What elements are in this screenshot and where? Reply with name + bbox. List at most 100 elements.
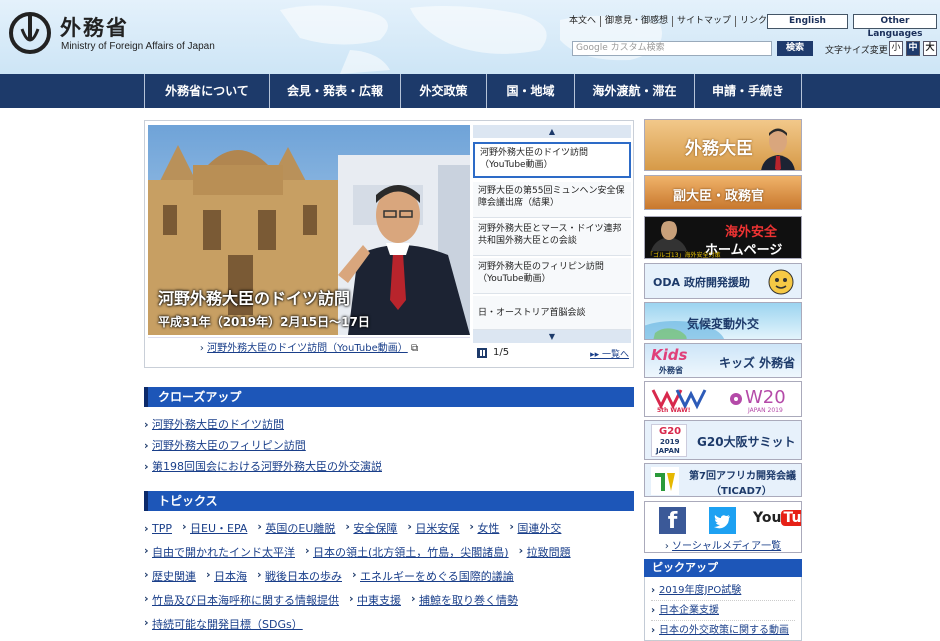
topic-link-abduction[interactable]: 拉致問題: [527, 546, 571, 559]
nav-applications[interactable]: 申請・手続き: [694, 74, 802, 108]
banner-waw-w20[interactable]: 5th WAW! W20 JAPAN 2019: [644, 381, 802, 417]
topic-link-security[interactable]: 安全保障: [353, 522, 397, 535]
topic-link-brexit[interactable]: 英国のEU離脱: [265, 522, 335, 535]
banner-ticad-line2: （TICAD7）: [711, 486, 772, 497]
slide-up-arrow-icon[interactable]: ▲: [473, 125, 631, 138]
banner-g20-osaka[interactable]: G20 2019 JAPAN G20大阪サミット: [644, 420, 802, 460]
news-carousel: 河野外務大臣のドイツ訪問 平成31年（2019年）2月15日～17日 › 河野外…: [144, 120, 634, 368]
topic-link-women[interactable]: 女性: [477, 522, 499, 535]
topic-link-history[interactable]: 歴史関連: [152, 570, 196, 583]
site-header: 外務省 Ministry of Foreign Affairs of Japan…: [0, 0, 940, 74]
topic-row: TPP 日EU・EPA 英国のEU離脱 安全保障 日米安保 女性 国連外交: [144, 516, 634, 540]
search-button[interactable]: 検索: [777, 41, 813, 56]
topic-link-tpp[interactable]: TPP: [152, 522, 172, 535]
banner-climate-label: 気候変動外交: [687, 317, 760, 331]
slide-item-1[interactable]: 河野外務大臣のドイツ訪問（YouTube動画）: [473, 142, 631, 178]
topic-item: 自由で開かれたインド太平洋: [144, 544, 295, 560]
list-item: 河野外務大臣のフィリピン訪問: [144, 435, 634, 456]
topic-row: 歴史関連 日本海 戦後日本の歩み エネルギーをめぐる国際的議論: [144, 564, 634, 588]
hero-date: 平成31年（2019年）2月15日～17日: [158, 315, 370, 329]
g20-logo-year: 2019: [660, 438, 680, 446]
topic-link-sea-of-japan[interactable]: 日本海: [214, 570, 247, 583]
search-input[interactable]: Google カスタム検索: [572, 41, 772, 56]
banner-oda-label: ODA 政府開発援助: [653, 276, 750, 289]
pickup-link-jpo[interactable]: 2019年度JPO試験: [659, 585, 741, 596]
banner-climate-diplomacy[interactable]: 気候変動外交: [644, 302, 802, 340]
banner-minister[interactable]: 外務大臣: [644, 119, 802, 171]
other-languages-button[interactable]: Other Languages: [853, 14, 937, 39]
topic-link-territory[interactable]: 日本の領土(北方領土，竹島，尖閣諸島): [313, 546, 509, 559]
facebook-icon[interactable]: f: [659, 507, 686, 534]
banner-g20-label: G20大阪サミット: [697, 435, 796, 449]
nav-countries[interactable]: 国・地域: [486, 74, 574, 108]
banner-oda[interactable]: ODA 政府開発援助: [644, 263, 802, 299]
topic-link-eu-epa[interactable]: 日EU・EPA: [190, 522, 247, 535]
nav-foreign-policy[interactable]: 外交政策: [400, 74, 486, 108]
topic-item: 拉致問題: [519, 544, 571, 560]
arrow-icon: ›: [664, 541, 673, 552]
banner-ticad7[interactable]: 第7回アフリカ開発会議 （TICAD7）: [644, 463, 802, 497]
topic-item: 日米安保: [407, 520, 459, 536]
social-media-panel: f YouTube › ソーシャルメディア一覧: [644, 501, 802, 553]
banner-overseas-safety[interactable]: 「ゴルゴ13」海外安全対策 海外安全 ホームページ: [644, 216, 802, 259]
topic-item: 竹島及び日本海呼称に関する情報提供: [144, 592, 339, 608]
minister-portrait-icon: [761, 128, 795, 170]
list-item: 日本の外交政策に関する動画: [651, 621, 795, 641]
site-title-ja[interactable]: 外務省: [60, 12, 129, 42]
pickup-heading: ピックアップ: [644, 559, 802, 577]
pickup-link-business[interactable]: 日本企業支援: [659, 605, 719, 616]
topic-link-japan-us[interactable]: 日米安保: [415, 522, 459, 535]
topic-link-energy[interactable]: エネルギーをめぐる国際的議論: [360, 570, 514, 583]
slide-item-5[interactable]: 日・オーストリア首脳会談: [473, 296, 631, 330]
waw-logo-label: 5th WAW!: [657, 407, 691, 414]
link-sitemap[interactable]: サイトマップ: [672, 16, 735, 27]
slide-item-4[interactable]: 河野外務大臣のフィリピン訪問（YouTube動画）: [473, 258, 631, 294]
topic-item: 戦後日本の歩み: [257, 568, 342, 584]
topic-link-indo-pacific[interactable]: 自由で開かれたインド太平洋: [152, 546, 295, 559]
pause-icon[interactable]: [477, 348, 487, 358]
banner-kids[interactable]: Kids 外務省 キッズ 外務省: [644, 343, 802, 378]
english-button[interactable]: English: [767, 14, 848, 29]
banner-vice-minister[interactable]: 副大臣・政務官: [644, 175, 802, 210]
slide-list-link[interactable]: ▸▸ 一覧へ: [590, 347, 629, 360]
youtube-logo-you: You: [753, 510, 782, 526]
slide-down-arrow-icon[interactable]: ▼: [473, 330, 631, 343]
youtube-icon[interactable]: YouTube: [753, 510, 801, 526]
hero-caption: › 河野外務大臣のドイツ訪問（YouTube動画） ⧉: [148, 337, 470, 361]
closeup-link-3[interactable]: 第198回国会における河野外務大臣の外交演説: [152, 460, 382, 473]
topic-link-un[interactable]: 国連外交: [517, 522, 561, 535]
closeup-link-1[interactable]: 河野外務大臣のドイツ訪問: [152, 418, 284, 431]
utility-links: 本文へ 御意見・御感想 サイトマップ リンク集: [565, 16, 780, 27]
topic-link-middle-east[interactable]: 中東支援: [357, 594, 401, 607]
nav-travel[interactable]: 海外渡航・滞在: [574, 74, 694, 108]
hero-image[interactable]: 河野外務大臣のドイツ訪問 平成31年（2019年）2月15日～17日: [148, 125, 470, 335]
topic-link-takeshima-info[interactable]: 竹島及び日本海呼称に関する情報提供: [152, 594, 339, 607]
slide-item-2[interactable]: 河野大臣の第55回ミュンヘン安全保障会議出席（結果）: [473, 182, 631, 218]
banner-vice-label: 副大臣・政務官: [673, 189, 765, 204]
kids-logo: Kids: [651, 346, 688, 364]
link-feedback[interactable]: 御意見・御感想: [600, 16, 672, 27]
topic-link-sdgs[interactable]: 持続可能な開発目標（SDGs）: [152, 618, 303, 631]
slide-item-3[interactable]: 河野外務大臣とマース・ドイツ連邦共和国外務大臣との会談: [473, 220, 631, 256]
banner-safety-line1: 海外安全: [725, 225, 778, 240]
twitter-icon[interactable]: [709, 507, 736, 534]
kids-logo-sub: 外務省: [659, 366, 683, 375]
nav-press[interactable]: 会見・発表・広報: [269, 74, 400, 108]
mofa-logo-icon[interactable]: [8, 11, 52, 55]
font-size-large-button[interactable]: 大: [923, 41, 937, 56]
closeup-link-2[interactable]: 河野外務大臣のフィリピン訪問: [152, 439, 306, 452]
g20-logo-country: JAPAN: [656, 447, 680, 455]
topic-link-postwar[interactable]: 戦後日本の歩み: [265, 570, 342, 583]
topic-item: 安全保障: [345, 520, 397, 536]
pickup-link-videos[interactable]: 日本の外交政策に関する動画: [659, 625, 789, 636]
font-size-medium-button[interactable]: 中: [906, 41, 920, 56]
nav-about-mofa[interactable]: 外務省について: [144, 74, 269, 108]
site-title-en[interactable]: Ministry of Foreign Affairs of Japan: [61, 41, 215, 52]
link-skip-to-content[interactable]: 本文へ: [565, 16, 600, 27]
social-media-link[interactable]: ソーシャルメディア一覧: [672, 541, 781, 552]
font-size-small-button[interactable]: 小: [889, 41, 903, 56]
topic-item: 国連外交: [509, 520, 561, 536]
topic-item: 日本の領土(北方領土，竹島，尖閣諸島): [305, 544, 509, 560]
topic-link-whaling[interactable]: 捕鯨を取り巻く情勢: [419, 594, 518, 607]
hero-caption-link[interactable]: 河野外務大臣のドイツ訪問（YouTube動画）: [207, 343, 408, 354]
